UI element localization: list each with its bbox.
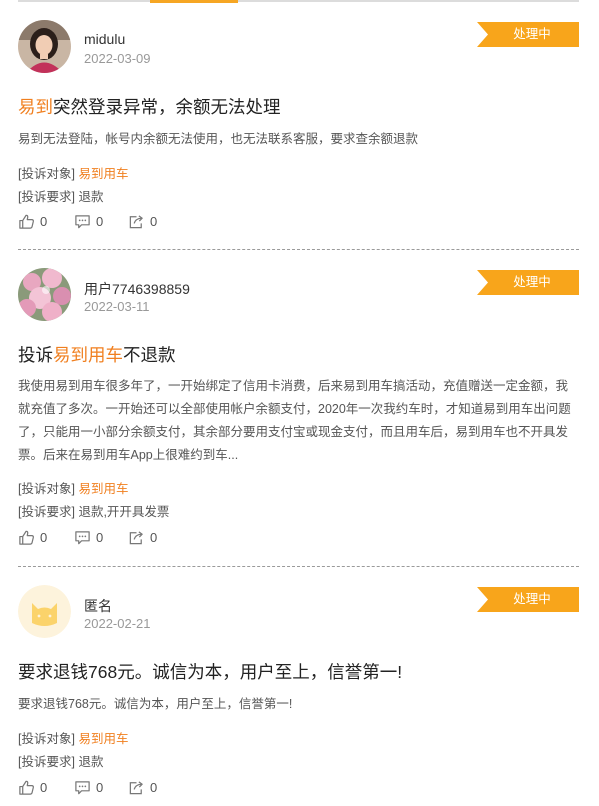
title-text: 突然登录异常，余额无法处理	[53, 97, 281, 117]
status-badge: 处理中	[477, 270, 579, 295]
title-text: 不退款	[123, 345, 176, 365]
post-date: 2022-03-11	[84, 299, 150, 314]
username[interactable]: 匿名	[84, 596, 112, 616]
complaint-title[interactable]: 易到突然登录异常，余额无法处理	[18, 94, 281, 119]
comment-icon	[75, 531, 90, 545]
demand-value: 退款	[78, 755, 104, 769]
active-tab-indicator	[150, 0, 238, 3]
avatar[interactable]	[18, 268, 71, 321]
complaint-description: 易到无法登陆，帐号内余额无法使用，也无法联系客服，要求查余额退款	[18, 132, 419, 146]
divider	[18, 249, 579, 250]
share-count: 0	[150, 780, 158, 795]
comment-count: 0	[96, 214, 104, 229]
username[interactable]: midulu	[84, 31, 125, 47]
target-link[interactable]: 易到用车	[78, 732, 128, 746]
complaint-title[interactable]: 投诉易到用车不退款	[18, 342, 176, 367]
comment-button[interactable]: 0	[74, 529, 103, 546]
thumbs-up-icon	[19, 214, 34, 229]
target-link[interactable]: 易到用车	[78, 167, 128, 181]
thumbs-up-icon	[19, 780, 34, 795]
like-button[interactable]: 0	[18, 529, 47, 546]
comment-button[interactable]: 0	[74, 779, 103, 796]
like-count: 0	[40, 780, 48, 795]
comment-icon	[75, 781, 90, 795]
complaint-target-row: [投诉对象] 易到用车	[18, 163, 128, 182]
status-badge: 处理中	[477, 22, 579, 47]
share-button[interactable]: 0	[128, 529, 157, 546]
share-icon	[129, 215, 143, 229]
title-text: 投诉	[18, 345, 53, 365]
comment-icon	[75, 215, 90, 229]
meta-label: [投诉对象]	[18, 482, 75, 496]
complaint-target-row: [投诉对象] 易到用车	[18, 728, 128, 747]
meta-label: [投诉对象]	[18, 732, 75, 746]
share-button[interactable]: 0	[128, 213, 157, 230]
comment-button[interactable]: 0	[74, 213, 103, 230]
post-date: 2022-02-21	[84, 616, 151, 631]
post-date: 2022-03-09	[84, 51, 151, 66]
title-highlight: 易到	[18, 97, 53, 117]
status-badge: 处理中	[477, 587, 579, 612]
title-highlight: 易到用车	[53, 345, 123, 365]
meta-label: [投诉对象]	[18, 167, 75, 181]
divider	[18, 566, 579, 567]
comment-count: 0	[96, 530, 104, 545]
avatar[interactable]	[18, 20, 71, 73]
like-button[interactable]: 0	[18, 779, 47, 796]
tab-underline	[18, 0, 579, 2]
thumbs-up-icon	[19, 530, 34, 545]
like-count: 0	[40, 530, 48, 545]
share-icon	[129, 781, 143, 795]
like-button[interactable]: 0	[18, 213, 47, 230]
complaint-demand-row: [投诉要求] 退款,开开具发票	[18, 501, 169, 520]
meta-label: [投诉要求]	[18, 190, 75, 204]
share-icon	[129, 531, 143, 545]
complaint-description: 我使用易到用车很多年了，一开始绑定了信用卡消费，后来易到用车搞活动，充值赠送一定…	[18, 379, 571, 462]
avatar[interactable]	[18, 585, 71, 638]
complaint-demand-row: [投诉要求] 退款	[18, 186, 103, 205]
username[interactable]: 用户7746398859	[84, 279, 190, 299]
complaint-target-row: [投诉对象] 易到用车	[18, 478, 128, 497]
comment-count: 0	[96, 780, 104, 795]
meta-label: [投诉要求]	[18, 505, 75, 519]
meta-label: [投诉要求]	[18, 755, 75, 769]
complaint-title[interactable]: 要求退钱768元。诚信为本，用户至上，信誉第一!	[18, 659, 402, 684]
target-link[interactable]: 易到用车	[78, 482, 128, 496]
complaint-description: 要求退钱768元。诚信为本，用户至上，信誉第一!	[18, 697, 293, 711]
complaint-demand-row: [投诉要求] 退款	[18, 751, 103, 770]
demand-value: 退款,开开具发票	[78, 505, 170, 519]
share-button[interactable]: 0	[128, 779, 157, 796]
demand-value: 退款	[78, 190, 104, 204]
share-count: 0	[150, 530, 158, 545]
like-count: 0	[40, 214, 48, 229]
share-count: 0	[150, 214, 158, 229]
